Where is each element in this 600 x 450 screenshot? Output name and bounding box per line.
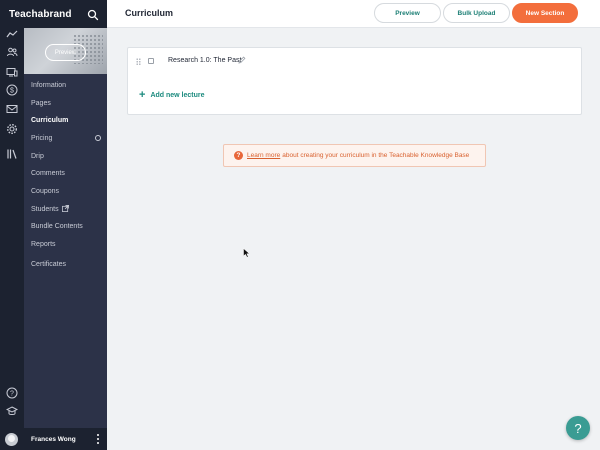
info-banner: ? Learn more about creating your curricu… <box>223 144 486 167</box>
section-card: Research 1.0: The Past + Add new lecture <box>127 47 582 115</box>
lecture-title[interactable]: Research 1.0: The Past <box>168 57 241 64</box>
drag-handle-icon[interactable] <box>136 58 141 65</box>
search-icon[interactable] <box>87 8 99 21</box>
plus-icon: + <box>139 89 146 101</box>
pricing-status-icon <box>95 135 101 141</box>
info-text: about creating your curriculum in the Te… <box>282 152 470 159</box>
sidebar-item-drip[interactable]: Drip <box>31 152 44 162</box>
sidebar-item-pricing[interactable]: Pricing <box>31 134 52 144</box>
trend-icon[interactable] <box>6 28 18 40</box>
sidebar-item-reports[interactable]: Reports <box>31 240 56 250</box>
sidebar-item-coupons[interactable]: Coupons <box>31 187 59 197</box>
page-title: Curriculum <box>125 8 174 18</box>
lecture-row[interactable]: Research 1.0: The Past <box>128 48 581 74</box>
svg-text:?: ? <box>10 391 14 398</box>
sidebar-item-information[interactable]: Information <box>31 81 66 91</box>
brand-bar: Teachabrand <box>0 0 107 28</box>
help-chat-button[interactable]: ? <box>566 416 590 440</box>
user-bar: Frances Wong <box>0 428 107 450</box>
add-lecture-button[interactable]: + Add new lecture <box>139 89 205 101</box>
devices-icon[interactable] <box>6 66 18 78</box>
user-name[interactable]: Frances Wong <box>31 436 76 443</box>
icon-rail: $ ? <box>0 28 24 450</box>
course-sidebar: Preview Information Pages Curriculum Pri… <box>24 28 107 450</box>
preview-button[interactable]: Preview <box>374 3 441 23</box>
gear-icon[interactable] <box>6 123 18 135</box>
sidebar-item-certificates[interactable]: Certificates <box>31 260 66 270</box>
external-link-icon <box>61 205 69 212</box>
graduation-icon[interactable] <box>6 405 18 417</box>
question-icon: ? <box>234 151 243 160</box>
sidebar-item-comments[interactable]: Comments <box>31 169 65 179</box>
library-icon[interactable] <box>6 148 18 160</box>
add-lecture-label: Add new lecture <box>150 91 205 99</box>
sidebar-item-students[interactable]: Students <box>31 205 69 215</box>
header: Curriculum Preview Bulk Upload New Secti… <box>107 0 600 28</box>
course-thumbnail: Preview <box>24 28 107 74</box>
sidebar-item-curriculum[interactable]: Curriculum <box>31 116 68 126</box>
avatar[interactable] <box>5 432 18 446</box>
lecture-checkbox[interactable] <box>148 58 154 64</box>
sidebar-item-pages[interactable]: Pages <box>31 99 51 109</box>
dollar-icon[interactable]: $ <box>6 84 18 96</box>
svg-text:$: $ <box>10 88 14 95</box>
help-icon[interactable]: ? <box>6 387 18 399</box>
brand-name[interactable]: Teachabrand <box>9 9 72 20</box>
course-preview-button[interactable]: Preview <box>45 44 86 61</box>
new-section-button[interactable]: New Section <box>512 3 578 23</box>
users-icon[interactable] <box>6 46 18 58</box>
more-vertical-icon[interactable] <box>97 434 100 444</box>
bulk-upload-button[interactable]: Bulk Upload <box>443 3 510 23</box>
learn-more-link[interactable]: Learn more <box>247 152 280 159</box>
sidebar-item-students-label: Students <box>31 206 59 213</box>
sidebar-item-bundle-contents[interactable]: Bundle Contents <box>31 222 83 232</box>
mouse-cursor-icon <box>243 248 251 258</box>
mail-icon[interactable] <box>6 103 18 115</box>
pencil-icon[interactable] <box>238 56 246 64</box>
